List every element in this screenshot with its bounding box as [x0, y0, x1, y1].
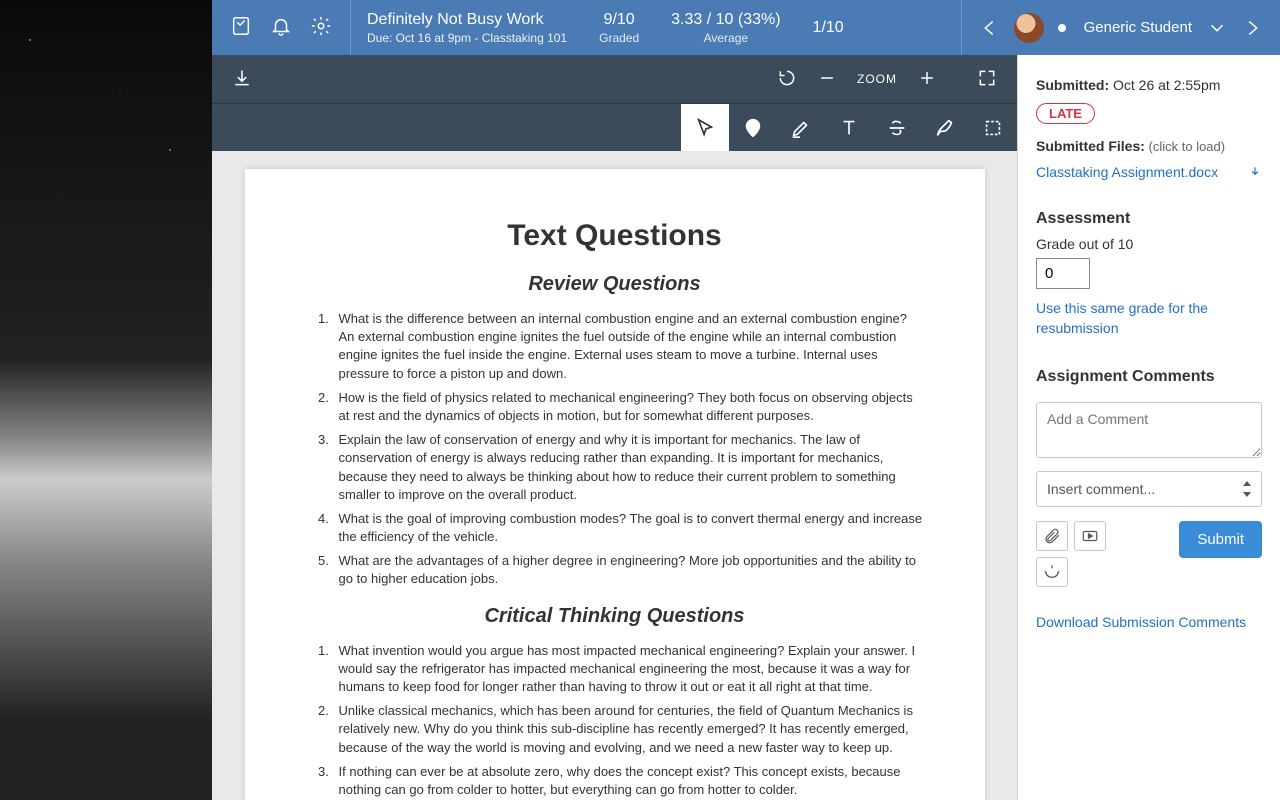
document-scroll-area[interactable]: Text Questions Review Questions What is …	[212, 151, 1017, 800]
submitted-label: Submitted:	[1036, 77, 1109, 93]
assignment-due-line: Due: Oct 16 at 9pm - Classtaking 101	[367, 31, 567, 45]
critical-heading: Critical Thinking Questions	[305, 605, 925, 628]
zoom-out-icon[interactable]	[817, 68, 837, 91]
submitted-files-label: Submitted Files:	[1036, 138, 1145, 154]
graded-count: 9/10	[599, 11, 639, 29]
document-pane: ZOOM	[212, 55, 1018, 800]
gradebook-icon[interactable]	[230, 15, 252, 40]
review-heading: Review Questions	[305, 273, 925, 296]
critical-question-item: If nothing can ever be at absolute zero,…	[333, 763, 925, 799]
review-question-item: What are the advantages of a higher degr…	[333, 552, 925, 588]
submit-comment-button[interactable]: Submit	[1179, 521, 1262, 558]
settings-gear-icon[interactable]	[310, 15, 332, 40]
download-file-icon[interactable]	[1248, 165, 1262, 179]
comment-textarea[interactable]	[1036, 402, 1262, 458]
rotate-icon[interactable]	[777, 68, 797, 91]
media-comment-button[interactable]	[1074, 521, 1106, 551]
area-tool[interactable]	[969, 104, 1017, 152]
point-annotation-tool[interactable]	[729, 104, 777, 152]
use-same-grade-link[interactable]: Use this same grade for the resubmission	[1036, 299, 1262, 338]
assignment-title[interactable]: Definitely Not Busy Work	[367, 11, 567, 29]
student-avatar[interactable]	[1014, 13, 1044, 43]
doc-viewer-toolbar: ZOOM	[212, 55, 1017, 103]
submission-status-dot	[1058, 24, 1066, 32]
insert-comment-select[interactable]: Insert comment...	[1036, 471, 1262, 507]
speedgrader-topbar: Definitely Not Busy Work Due: Oct 16 at …	[212, 0, 1280, 55]
download-comments-link[interactable]: Download Submission Comments	[1036, 613, 1262, 633]
desktop-wallpaper	[0, 0, 212, 800]
comments-heading: Assignment Comments	[1036, 368, 1262, 386]
submission-progress: 1/10	[813, 19, 844, 37]
critical-question-item: Unlike classical mechanics, which has be…	[333, 702, 925, 757]
pointer-tool[interactable]	[681, 104, 729, 152]
student-dropdown-chevron-icon[interactable]	[1206, 17, 1228, 39]
prev-student-arrow-icon[interactable]	[978, 17, 1000, 39]
highlight-tool[interactable]	[777, 104, 825, 152]
review-question-item: What is the goal of improving combustion…	[333, 510, 925, 546]
grade-out-of-label: Grade out of 10	[1036, 236, 1262, 252]
text-tool[interactable]	[825, 104, 873, 152]
zoom-label: ZOOM	[857, 72, 897, 86]
submitted-timestamp: Oct 26 at 2:55pm	[1109, 77, 1220, 93]
annotation-toolbar	[212, 103, 1017, 151]
speech-recognition-button[interactable]	[1036, 557, 1068, 587]
grade-input[interactable]	[1036, 258, 1090, 289]
grading-sidebar: Submitted: Oct 26 at 2:55pm LATE Submitt…	[1018, 55, 1280, 800]
average-score: 3.33 / 10 (33%)	[671, 11, 780, 29]
attach-file-button[interactable]	[1036, 521, 1068, 551]
assessment-heading: Assessment	[1036, 210, 1262, 228]
next-student-arrow-icon[interactable]	[1242, 17, 1264, 39]
submitted-file-link[interactable]: Classtaking Assignment.docx	[1036, 164, 1262, 180]
strikeout-tool[interactable]	[873, 104, 921, 152]
review-question-item: How is the field of physics related to m…	[333, 389, 925, 425]
review-question-item: What is the difference between an intern…	[333, 310, 925, 383]
review-question-item: Explain the law of conservation of energ…	[333, 431, 925, 504]
student-name[interactable]: Generic Student	[1084, 19, 1192, 36]
freedraw-tool[interactable]	[921, 104, 969, 152]
download-icon[interactable]	[232, 68, 252, 91]
fullscreen-icon[interactable]	[977, 68, 997, 91]
doc-title: Text Questions	[305, 219, 925, 253]
zoom-in-icon[interactable]	[917, 68, 937, 91]
critical-question-item: What invention would you argue has most …	[333, 642, 925, 697]
mute-notifications-icon[interactable]	[270, 15, 292, 40]
document-page: Text Questions Review Questions What is …	[245, 169, 985, 800]
late-badge: LATE	[1036, 103, 1095, 124]
